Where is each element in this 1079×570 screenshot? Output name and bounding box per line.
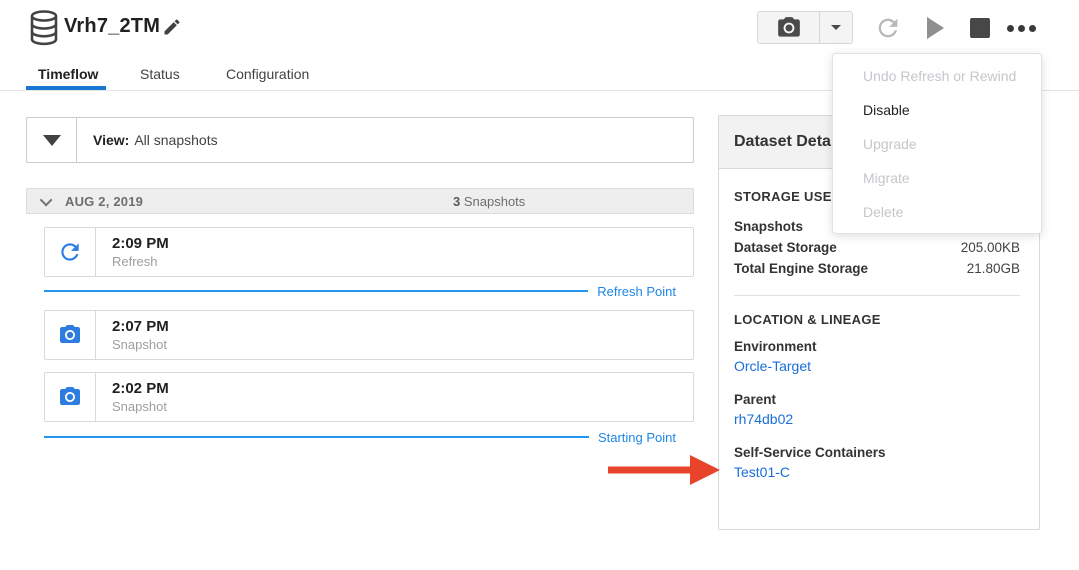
- triangle-down-icon: [43, 135, 61, 146]
- ellipsis-icon: [1007, 25, 1036, 32]
- timeline-line: [44, 290, 588, 292]
- location-section-heading: LOCATION & LINEAGE: [734, 312, 1020, 327]
- marker-label: Refresh Point: [597, 284, 676, 299]
- more-actions-button[interactable]: [1001, 14, 1041, 42]
- snapshot-row[interactable]: 2:07 PM Snapshot: [44, 310, 694, 360]
- field-self-service-containers: Self-Service Containers Test01-C: [734, 445, 1020, 482]
- marker-label: Starting Point: [598, 430, 676, 445]
- chevron-down-icon: [40, 193, 53, 206]
- menu-item-migrate: Migrate: [833, 161, 1041, 195]
- play-icon: [927, 17, 944, 39]
- menu-item-upgrade: Upgrade: [833, 127, 1041, 161]
- view-dropdown-toggle[interactable]: [27, 118, 77, 162]
- stop-vdb-button[interactable]: [966, 14, 994, 42]
- red-arrow-annotation: [608, 452, 720, 488]
- storage-row-dataset-storage: Dataset Storage 205.00KB: [734, 237, 1020, 258]
- environment-link[interactable]: Orcle-Target: [734, 358, 811, 374]
- storage-row-total-engine-storage: Total Engine Storage 21.80GB: [734, 258, 1020, 279]
- timeline-line: [44, 436, 589, 438]
- refresh-point-marker: Refresh Point: [44, 283, 676, 299]
- snapshot-camera-button[interactable]: [758, 12, 820, 43]
- stop-icon: [970, 18, 990, 38]
- camera-icon: [45, 311, 96, 359]
- refresh-icon: [45, 228, 96, 276]
- snapshot-type: Refresh: [112, 254, 169, 269]
- menu-item-undo-refresh-or-rewind: Undo Refresh or Rewind: [833, 59, 1041, 93]
- snapshot-date-group-header[interactable]: AUG 2, 2019 3 Snapshots: [26, 188, 694, 214]
- section-divider: [734, 295, 1020, 296]
- tab-status[interactable]: Status: [140, 66, 180, 82]
- edit-name-pencil-icon[interactable]: [161, 17, 183, 39]
- snapshot-time: 2:02 PM: [112, 380, 169, 397]
- view-selector-text: View: All snapshots: [77, 118, 218, 162]
- snapshot-options-caret-button[interactable]: [820, 12, 852, 43]
- menu-item-disable[interactable]: Disable: [833, 93, 1041, 127]
- snapshot-row[interactable]: 2:09 PM Refresh: [44, 227, 694, 277]
- view-value: All snapshots: [134, 132, 217, 148]
- refresh-vdb-button[interactable]: [872, 12, 904, 44]
- group-snapshot-count: 3 Snapshots: [453, 194, 525, 209]
- tab-configuration[interactable]: Configuration: [226, 66, 309, 82]
- database-icon: [28, 9, 60, 52]
- camera-icon: [45, 373, 96, 421]
- start-vdb-button[interactable]: [920, 13, 950, 43]
- snapshot-row[interactable]: 2:02 PM Snapshot: [44, 372, 694, 422]
- tab-timeflow[interactable]: Timeflow: [38, 66, 98, 82]
- parent-link[interactable]: rh74db02: [734, 411, 793, 427]
- snapshot-type: Snapshot: [112, 399, 169, 414]
- view-label: View:: [93, 132, 129, 148]
- refresh-icon: [874, 14, 902, 42]
- snapshot-time: 2:07 PM: [112, 318, 169, 335]
- self-service-container-link[interactable]: Test01-C: [734, 464, 790, 480]
- menu-item-delete: Delete: [833, 195, 1041, 229]
- caret-down-icon: [831, 25, 841, 30]
- more-actions-menu: Undo Refresh or Rewind Disable Upgrade M…: [832, 53, 1042, 234]
- snapshot-view-selector[interactable]: View: All snapshots: [26, 117, 694, 163]
- snapshot-time: 2:09 PM: [112, 235, 169, 252]
- snapshot-type: Snapshot: [112, 337, 169, 352]
- field-parent: Parent rh74db02: [734, 392, 1020, 429]
- field-environment: Environment Orcle-Target: [734, 339, 1020, 376]
- group-date: AUG 2, 2019: [65, 194, 143, 209]
- starting-point-marker: Starting Point: [44, 429, 676, 445]
- snapshot-split-button[interactable]: [757, 11, 853, 44]
- page-title: Vrh7_2TM: [64, 15, 160, 38]
